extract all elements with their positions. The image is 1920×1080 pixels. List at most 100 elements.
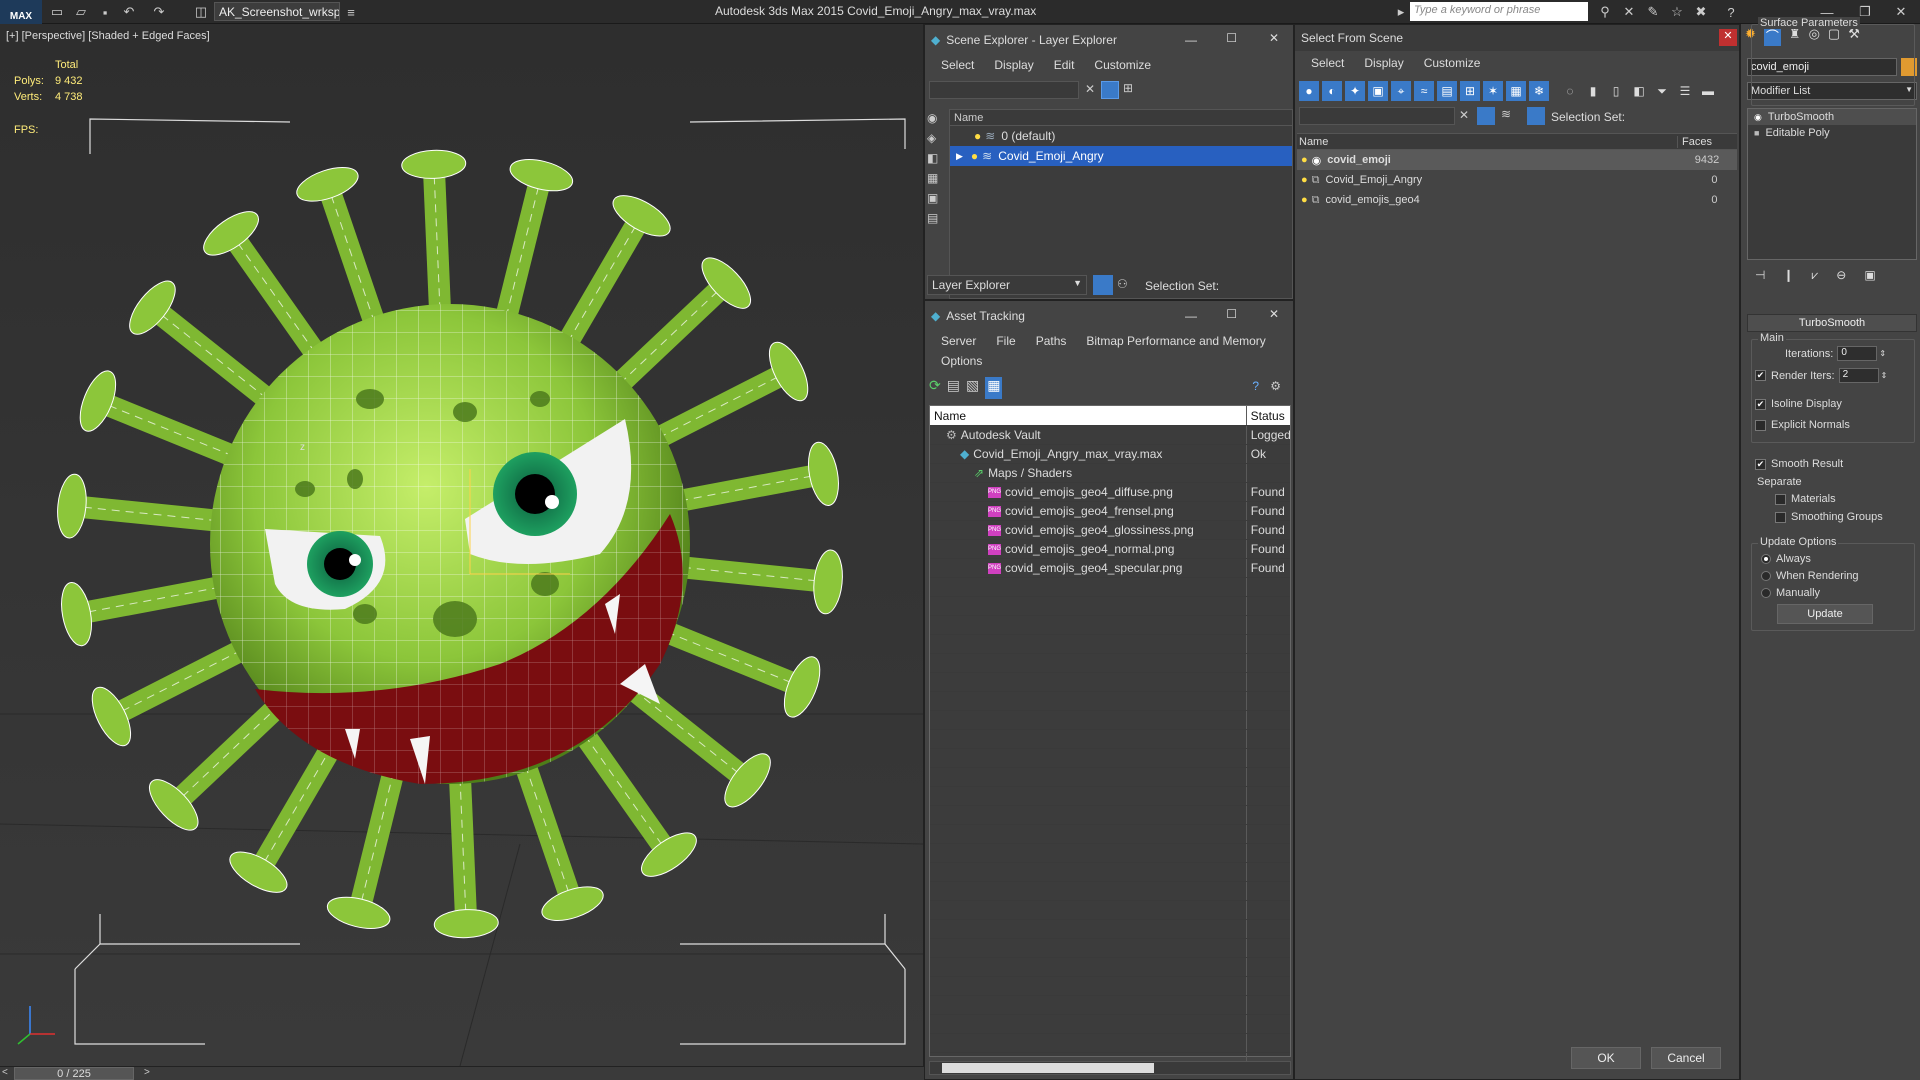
layer-list-icon[interactable]: ▤ (927, 211, 947, 231)
layers-toggle-icon[interactable]: ⊞ (1123, 81, 1141, 99)
x-icon[interactable]: ✖ (1692, 3, 1710, 21)
spinner-arrows-icon[interactable]: ⇕ (1879, 349, 1886, 358)
sort-filter-icon[interactable]: ☰ (1675, 81, 1695, 101)
wrench-icon[interactable]: ✎ (1644, 3, 1662, 21)
asset-row[interactable]: PNG covid_emojis_geo4_glossiness.png Found (930, 521, 1290, 540)
menu-options[interactable]: Options (931, 354, 992, 368)
maximize-icon[interactable]: ☐ (1226, 307, 1237, 321)
collapse-filter-icon[interactable]: ▬ (1698, 81, 1718, 101)
close-icon[interactable]: ✕ (1882, 0, 1920, 24)
lights-filter-icon[interactable]: ✦ (1345, 81, 1365, 101)
minimize-icon[interactable]: — (1185, 33, 1197, 47)
clear-search-icon[interactable]: ✕ (1459, 108, 1469, 122)
filter-icon[interactable] (1477, 107, 1495, 125)
layer-row-default[interactable]: ● ≋ 0 (default) (950, 126, 1292, 146)
show-end-result-icon[interactable]: ❙ (1783, 268, 1793, 286)
update-button[interactable]: Update (1777, 604, 1873, 624)
open-folder-icon[interactable]: ▱ (72, 3, 90, 21)
menu-display[interactable]: Display (1354, 56, 1413, 70)
scene-explorer-titlebar[interactable]: ◆ Scene Explorer - Layer Explorer — ☐ ✕ (925, 25, 1293, 55)
display-all-icon[interactable]: ◈ (927, 131, 947, 151)
bones-filter-icon[interactable]: ✶ (1483, 81, 1503, 101)
helpers-filter-icon[interactable]: ⌖ (1391, 81, 1411, 101)
smooth-result-checkbox[interactable]: ✔ (1755, 458, 1766, 470)
xrefs-filter-icon[interactable]: ⊞ (1460, 81, 1480, 101)
manually-radio[interactable] (1761, 588, 1771, 598)
col-faces-header[interactable]: Faces (1677, 135, 1727, 148)
scrollbar-thumb[interactable] (942, 1063, 1154, 1073)
minimize-icon[interactable]: — (1185, 309, 1197, 323)
cameras-filter-icon[interactable]: ▣ (1368, 81, 1388, 101)
remove-modifier-icon[interactable]: ⊖ (1836, 268, 1846, 286)
asset-row[interactable]: ◆ Covid_Emoji_Angry_max_vray.max Ok (930, 445, 1290, 464)
column-name[interactable]: Name (954, 112, 983, 124)
sfs-object-row[interactable]: ● ⧉ Covid_Emoji_Angry 0 (1297, 170, 1737, 190)
new-file-icon[interactable]: ▭ (48, 3, 66, 21)
configure-sets-icon[interactable]: ▣ (1864, 268, 1875, 286)
light-bulb-icon[interactable]: ● (1301, 174, 1308, 186)
close-icon[interactable]: ✕ (1719, 29, 1737, 46)
menu-server[interactable]: Server (931, 334, 986, 348)
invert-icon[interactable]: ◧ (927, 151, 947, 171)
workspace-menu-icon[interactable]: ≡ (342, 3, 360, 21)
maximize-icon[interactable]: ☐ (1226, 31, 1237, 45)
workspace-dropdown[interactable]: AK_Screenshot_wrksp (214, 2, 340, 21)
asset-row[interactable]: PNG covid_emojis_geo4_diffuse.png Found (930, 483, 1290, 502)
asset-row[interactable]: PNG covid_emojis_geo4_specular.png Found (930, 559, 1290, 578)
viewport-label[interactable]: [+] [Perspective] [Shaded + Edged Faces] (6, 30, 210, 42)
menu-select[interactable]: Select (1301, 56, 1354, 70)
geometry-filter-icon[interactable]: ● (1299, 81, 1319, 101)
app-logo[interactable]: MAX (0, 0, 42, 24)
make-unique-icon[interactable]: ⩗ (1812, 268, 1819, 286)
dependencies-icon[interactable]: ▣ (927, 191, 947, 211)
layer-row-covid[interactable]: ▶ ● ≋ Covid_Emoji_Angry (950, 146, 1292, 166)
menu-edit[interactable]: Edit (1044, 58, 1085, 72)
invert-filter-icon[interactable]: ◧ (1629, 81, 1649, 101)
render-iters-checkbox[interactable]: ✔ (1755, 370, 1766, 381)
horizontal-scrollbar[interactable] (929, 1061, 1291, 1075)
asset-row[interactable]: PNG covid_emojis_geo4_frensel.png Found (930, 502, 1290, 521)
explicit-normals-checkbox[interactable] (1755, 419, 1766, 431)
thumbnail-icon[interactable]: ▧ (966, 377, 979, 399)
ok-button[interactable]: OK (1571, 1047, 1641, 1069)
asset-row[interactable]: PNG covid_emojis_geo4_normal.png Found (930, 540, 1290, 559)
hierarchy-mode-icon[interactable]: ⚇ (1117, 277, 1128, 291)
stack-item-editable-poly[interactable]: ■ Editable Poly (1748, 125, 1916, 141)
redo-icon[interactable]: ↷ (150, 3, 168, 21)
project-folder-icon[interactable]: ◫ (192, 3, 210, 21)
help-icon[interactable]: ? (1252, 379, 1259, 393)
binoculars-icon[interactable]: ⚲ (1596, 3, 1614, 21)
scene-explorer-search-input[interactable] (929, 81, 1079, 99)
display-all-filter-icon[interactable]: ▮ (1583, 81, 1603, 101)
lightbulb-icon[interactable]: ◉ (1754, 112, 1762, 123)
star-icon[interactable]: ☆ (1668, 3, 1686, 21)
clear-search-icon[interactable]: ✕ (1085, 82, 1095, 96)
light-bulb-icon[interactable]: ● (974, 129, 981, 143)
display-none-filter-icon[interactable]: ▯ (1606, 81, 1626, 101)
light-bulb-icon[interactable]: ● (1301, 194, 1308, 206)
menu-customize[interactable]: Customize (1414, 56, 1491, 70)
pin-stack-icon[interactable]: ⊣ (1755, 268, 1765, 286)
undo-icon[interactable]: ↶ (120, 3, 138, 21)
list-icon[interactable]: ▤ (947, 377, 960, 399)
filter-filter-icon[interactable]: ⏷ (1652, 81, 1672, 101)
shapes-filter-icon[interactable]: ◐ (1322, 81, 1342, 101)
isoline-checkbox[interactable]: ✔ (1755, 398, 1766, 410)
hierarchy-icon[interactable] (1527, 107, 1545, 125)
col-status-header[interactable]: Status (1247, 406, 1290, 425)
smoothing-groups-checkbox[interactable] (1775, 511, 1786, 523)
col-name-header[interactable]: Name (930, 406, 1247, 425)
menu-customize[interactable]: Customize (1084, 58, 1161, 72)
hidden-filter-icon[interactable]: ◌ (1560, 81, 1580, 101)
explorer-type-dropdown[interactable]: Layer Explorer ▼ (927, 275, 1087, 295)
layers-icon[interactable]: ≋ (1501, 107, 1511, 121)
help-icon[interactable]: ? (1722, 3, 1740, 21)
table-view-icon[interactable]: ▦ (985, 377, 1003, 399)
asset-tracking-titlebar[interactable]: ◆ Asset Tracking — ☐ ✕ (925, 301, 1293, 331)
save-icon[interactable]: ▪ (96, 3, 114, 21)
time-slider[interactable]: < 0 / 225 > (0, 1066, 924, 1080)
stack-item-turbosmooth[interactable]: ◉ TurboSmooth (1748, 109, 1916, 125)
refresh-icon[interactable]: ⟳ (929, 377, 941, 399)
sfs-object-row[interactable]: ● ◉ covid_emoji 9432 (1297, 150, 1737, 170)
menu-select[interactable]: Select (931, 58, 984, 72)
